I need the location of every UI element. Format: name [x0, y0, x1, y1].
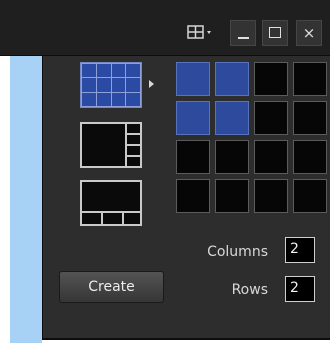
rows-label: Rows	[231, 282, 268, 298]
grid-cell[interactable]	[215, 101, 249, 135]
cell-selector-grid[interactable]	[176, 62, 330, 213]
main-plus-side-preset[interactable]	[80, 122, 142, 168]
maximize-button[interactable]	[262, 20, 288, 46]
columns-field[interactable]: 2	[285, 237, 315, 263]
layout-panel: Columns 2 Rows 2 Create	[42, 56, 330, 340]
minimize-icon	[238, 37, 249, 39]
grid-cell[interactable]	[176, 101, 210, 135]
grid-4x3-preset[interactable]	[80, 62, 142, 108]
caret-right-icon[interactable]	[149, 80, 154, 88]
grid-cell[interactable]	[176, 62, 210, 96]
maximize-icon	[269, 27, 281, 38]
close-icon: ×	[302, 24, 316, 42]
preset-cell	[81, 62, 97, 79]
preset-cell	[110, 77, 127, 93]
layout-grid-icon[interactable]	[186, 22, 222, 42]
main-plus-bottom-preset[interactable]	[80, 180, 142, 226]
preset-side-pane	[127, 124, 140, 135]
grid-cell[interactable]	[293, 101, 327, 135]
title-bar: ×	[0, 0, 330, 56]
preset-cell	[95, 62, 112, 79]
preset-cell	[81, 91, 97, 108]
grid-cell[interactable]	[215, 140, 249, 174]
preset-main-pane	[82, 182, 140, 213]
preset-cell	[110, 62, 127, 79]
preset-cell	[110, 91, 127, 108]
preset-bottom-pane	[103, 213, 124, 224]
preset-cell	[125, 91, 141, 108]
grid-cell[interactable]	[176, 140, 210, 174]
preset-cell	[125, 77, 141, 93]
grid-cell[interactable]	[254, 140, 288, 174]
minimize-button[interactable]	[230, 20, 256, 46]
background-window-strip	[10, 56, 42, 343]
grid-cell[interactable]	[254, 179, 288, 213]
preset-cell	[95, 77, 112, 93]
grid-cell[interactable]	[254, 101, 288, 135]
grid-cell[interactable]	[293, 62, 327, 96]
preset-bottom-pane	[82, 213, 103, 224]
preset-side-pane	[127, 135, 140, 146]
close-button[interactable]: ×	[296, 20, 322, 46]
grid-cell[interactable]	[176, 179, 210, 213]
grid-cell[interactable]	[293, 140, 327, 174]
grid-cell[interactable]	[215, 179, 249, 213]
grid-cell[interactable]	[254, 62, 288, 96]
background-gap	[0, 56, 10, 343]
create-button[interactable]: Create	[59, 271, 164, 303]
preset-cell	[125, 62, 141, 79]
preset-cell	[95, 91, 112, 108]
preset-cell	[81, 77, 97, 93]
preset-side-pane	[127, 146, 140, 157]
preset-main-pane	[82, 124, 127, 166]
rows-field[interactable]: 2	[285, 276, 315, 302]
grid-cell[interactable]	[293, 179, 327, 213]
columns-label: Columns	[207, 244, 268, 260]
grid-cell[interactable]	[215, 62, 249, 96]
